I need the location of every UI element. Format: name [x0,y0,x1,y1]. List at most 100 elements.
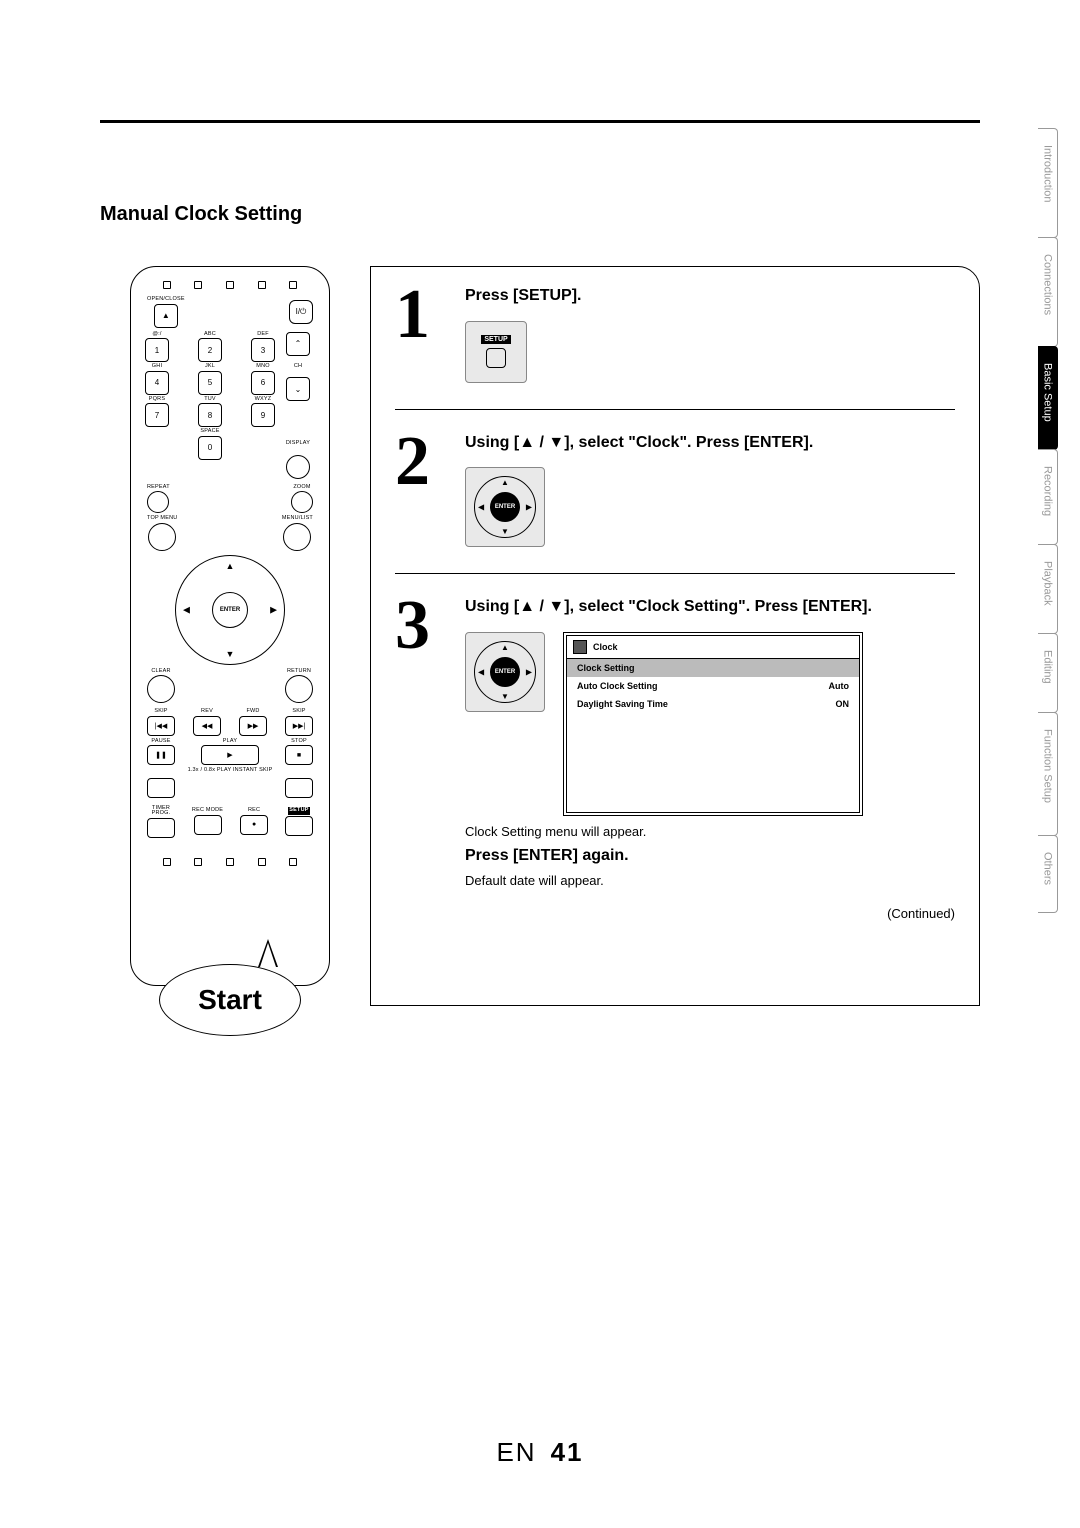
dpad-illustration-2: ENTER ▲ ▼ ◀ ▶ [465,632,545,712]
play-label: PLAY [223,739,237,745]
tab-connections[interactable]: Connections [1038,237,1058,347]
step-2-title-pre: Using [ [465,434,519,451]
osd-item-2-label: Daylight Saving Time [577,699,668,709]
return-label: RETURN [287,669,311,675]
osd-item-1-value: Auto [829,681,850,691]
speed-play-button [147,778,175,798]
step-3: 3 Using [▲ / ▼], select "Clock Setting".… [395,573,955,921]
tab-playback-label: Playback [1042,561,1054,606]
mini-right-arrow-icon: ▶ [526,503,532,512]
osd-item-dst: Daylight Saving Time ON [567,695,859,713]
osd-screenshot: Clock Clock Setting Auto Clock Setting A… [563,632,863,816]
setup-button [285,816,313,836]
stop-button: ■ [285,745,313,765]
clock-icon [573,640,587,654]
step-3-title: Using [▲ / ▼], select "Clock Setting". P… [465,596,955,618]
step-1-title: Press [SETUP]. [465,285,955,307]
key-7: 7 [145,403,169,427]
osd-title-text: Clock [593,642,618,652]
osd-item-1-label: Auto Clock Setting [577,681,658,691]
key-8-label: TUV [204,397,216,403]
dpad-down-icon: ▼ [226,649,235,659]
step-2-title: Using [▲ / ▼], select "Clock". Press [EN… [465,432,955,454]
tab-recording-label: Recording [1042,466,1054,516]
key-6: 6 [251,371,275,395]
zoom-button [291,491,313,513]
repeat-label: REPEAT [147,485,170,491]
step-3-title-mid: / [535,598,548,615]
tab-introduction-label: Introduction [1042,145,1054,202]
steps-panel: 1 Press [SETUP]. SETUP 2 Using [▲ [370,266,980,1006]
tab-basic-setup[interactable]: Basic Setup [1038,346,1058,450]
mini-down-arrow-icon-2: ▼ [501,692,509,701]
tab-connections-label: Connections [1042,254,1054,315]
rec-button: ● [240,815,268,835]
osd-item-0-label: Clock Setting [577,663,635,673]
dpad-enter-label-2: ENTER [490,657,520,687]
tab-others[interactable]: Others [1038,835,1058,913]
tab-basic-setup-label: Basic Setup [1042,363,1054,422]
step-3-note-2: Default date will appear. [465,873,955,888]
dpad-enter-label: ENTER [490,492,520,522]
skip-fwd-button: ▶▶| [285,716,313,736]
menu-list-label: MENU/LIST [282,516,313,522]
top-menu-button [148,523,176,551]
setup-key-label: SETUP [481,335,510,344]
key-0: 0 [198,436,222,460]
side-tabs: Introduction Connections Basic Setup Rec… [1034,128,1062,913]
dpad-enter: ENTER [212,592,248,628]
rec-label: REC [248,808,260,814]
dpad-right-icon: ▶ [270,604,277,615]
up-arrow-icon-2: ▲ [519,598,535,615]
skip-back-button: |◀◀ [147,716,175,736]
play-button: ▶ [201,745,259,765]
display-button [286,455,310,479]
remote-bottom-dots [151,858,309,866]
key-6-label: MNO [256,364,269,370]
tab-recording[interactable]: Recording [1038,449,1058,545]
remote-column: OPEN/CLOSE ▲ I/⏻ @:/1 ABC2 DEF3 G [100,266,360,986]
stop-label: STOP [291,739,307,745]
up-arrow-icon: ▲ [519,434,535,451]
continued-label: (Continued) [465,906,955,921]
down-arrow-icon-2: ▼ [548,598,564,615]
key-2: 2 [198,338,222,362]
fwd-button: ▶▶ [239,716,267,736]
key-9: 9 [251,403,275,427]
osd-title-bar: Clock [567,636,859,659]
key-3-label: DEF [257,332,269,338]
tab-editing[interactable]: Editing [1038,633,1058,713]
page-number: EN41 [0,1437,1080,1468]
setup-key-icon [486,348,506,368]
pause-label: PAUSE [151,739,170,745]
down-arrow-icon: ▼ [548,434,564,451]
osd-item-clock-setting: Clock Setting [567,659,859,677]
skip-fwd-label: SKIP [292,709,305,715]
step-2-title-mid: / [535,434,548,451]
key-5-label: JKL [205,364,215,370]
mini-left-arrow-icon-2: ◀ [478,667,484,676]
page-no: 41 [551,1437,584,1467]
rec-mode-label: REC MODE [192,808,223,814]
clear-label: CLEAR [151,669,170,675]
key-8: 8 [198,403,222,427]
step-1-number: 1 [395,285,447,383]
step-2-title-post: ], select "Clock". Press [ENTER]. [564,434,813,451]
speed-line-label: 1.3x / 0.8x PLAY INSTANT SKIP [141,768,319,774]
step-2: 2 Using [▲ / ▼], select "Clock". Press [… [395,409,955,548]
tab-function-setup[interactable]: Function Setup [1038,712,1058,836]
mini-left-arrow-icon: ◀ [478,503,484,512]
remote-top-dots [151,281,309,289]
rev-label: REV [201,709,213,715]
dpad-left-icon: ◀ [183,604,190,615]
tab-playback[interactable]: Playback [1038,544,1058,634]
key-4: 4 [145,371,169,395]
dpad-illustration: ENTER ▲ ▼ ◀ ▶ [465,467,545,547]
pause-button: ❚❚ [147,745,175,765]
clear-button [147,675,175,703]
key-4-label: GHI [152,364,162,370]
instant-skip-button [285,778,313,798]
step-3-title-post: ], select "Clock Setting". Press [ENTER]… [564,598,872,615]
tab-introduction[interactable]: Introduction [1038,128,1058,238]
section-title: Manual Clock Setting [100,203,980,226]
